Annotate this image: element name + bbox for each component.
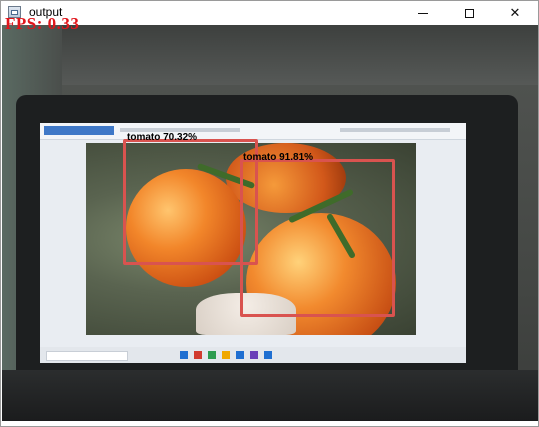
fps-counter: FPS: 0.33: [5, 14, 80, 33]
maximize-icon: [464, 8, 474, 18]
output-window: output ✕ tomato 70.32% tomato 91.81% FPS…: [0, 0, 539, 427]
screen-taskbar: [40, 347, 466, 363]
minimize-button[interactable]: [400, 1, 446, 25]
detection-box: [240, 159, 395, 317]
screen-app-bar: [40, 123, 466, 140]
title-bar[interactable]: output ✕: [1, 1, 538, 25]
maximize-button[interactable]: [446, 1, 492, 25]
close-button[interactable]: ✕: [492, 1, 538, 25]
close-icon: ✕: [509, 5, 521, 20]
detection-label: tomato 91.81%: [243, 152, 314, 163]
laptop-base: [2, 370, 538, 421]
minimize-icon: [418, 12, 428, 14]
background-shelf: [2, 25, 538, 85]
detection-label: tomato 70.32%: [127, 132, 198, 143]
detection-box: [123, 139, 258, 265]
